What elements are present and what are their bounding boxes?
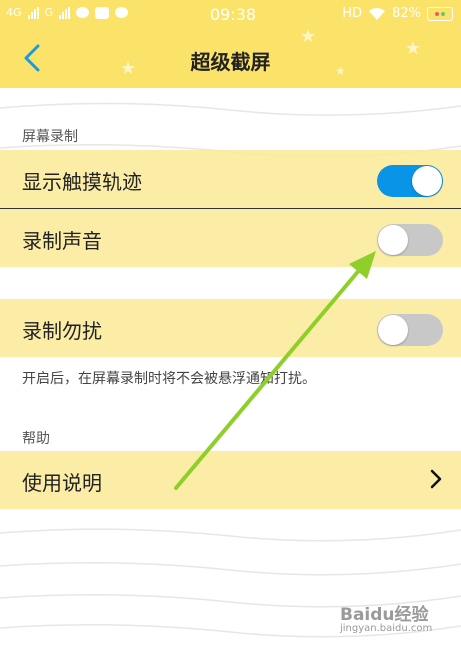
battery-percent: 82% [392,6,421,21]
status-left: 4G G [6,6,129,19]
toggle-knob [412,166,442,196]
hd-indicator: HD [342,6,363,21]
setting-label-show-touch: 显示触摸轨迹 [22,170,142,194]
setting-row-record-sound[interactable]: 录制声音 [0,209,461,267]
toggle-knob [378,225,408,255]
setting-row-do-not-disturb[interactable]: 录制勿扰 [0,299,461,357]
status-bar: 4G G 09:38 HD 82% [0,0,461,30]
setting-label-record-sound: 录制声音 [22,229,102,253]
toggle-knob [378,315,408,345]
wechat-icon [76,7,90,18]
network-type: 4G [6,6,22,19]
watermark-url: jingyan.baidu.com [340,623,433,634]
chevron-right-icon [430,469,442,489]
record-sound-toggle[interactable] [377,224,443,256]
do-not-disturb-hint: 开启后，在屏幕录制时将不会被悬浮通知打扰。 [22,371,316,387]
status-right: HD 82% [342,6,453,21]
page-title: 超级截屏 [190,50,271,74]
show-touch-toggle[interactable] [377,165,443,197]
signal-icon [27,6,39,19]
wifi-icon [369,7,386,20]
help-label-instructions: 使用说明 [22,471,102,495]
watermark-brand: Baidu经验 [340,605,429,625]
help-row-instructions[interactable]: 使用说明 [0,451,461,509]
signal-icon-2 [59,6,71,19]
chat-icon [115,7,129,18]
section-label-help: 帮助 [22,431,50,447]
do-not-disturb-toggle[interactable] [377,314,443,346]
app-header: 4G G 09:38 HD 82% ★ ★ ★ ★ 超级截屏 [0,0,461,88]
status-time: 09:38 [210,5,257,24]
star-decoration: ★ [300,26,317,47]
network-type-2: G [44,6,54,19]
baidu-watermark: Baidu经验 jingyan.baidu.com [340,600,432,634]
setting-row-show-touch[interactable]: 显示触摸轨迹 [0,150,461,208]
setting-label-do-not-disturb: 录制勿扰 [22,319,102,343]
message-icon [95,6,110,19]
battery-icon [427,6,453,21]
section-label-screen-recording: 屏幕录制 [22,129,78,145]
